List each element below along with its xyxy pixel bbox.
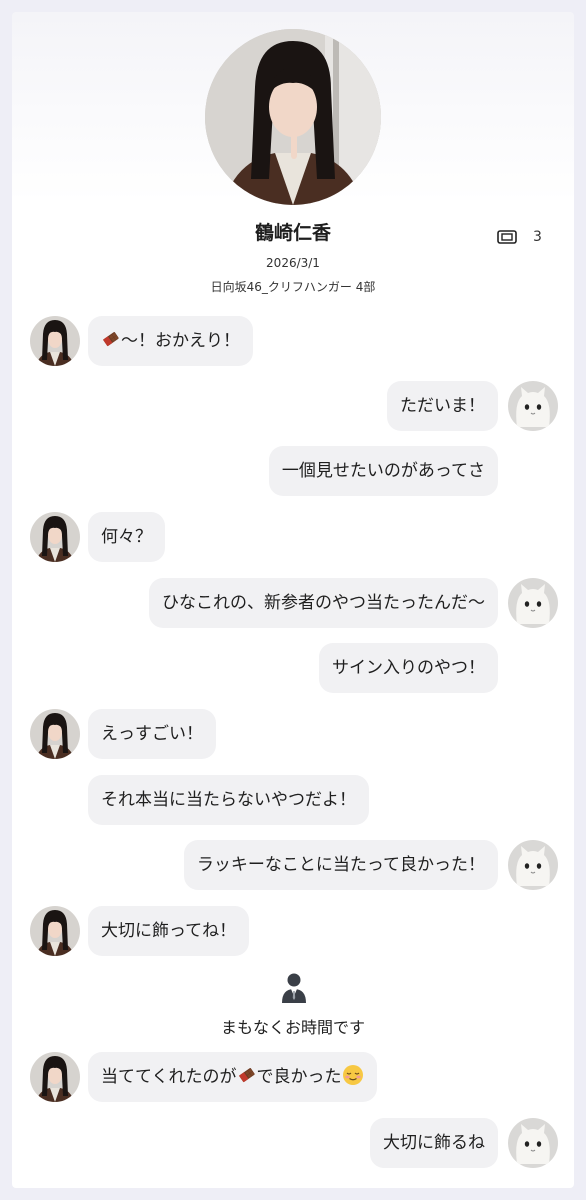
user-avatar[interactable]	[508, 840, 558, 890]
session-group: 日向坂46_クリフハンガー 4部	[210, 280, 376, 294]
user-avatar[interactable]	[508, 578, 558, 628]
member-avatar[interactable]	[30, 512, 80, 562]
chat-bubble-member: 当ててくれたのが で良かった	[88, 1052, 377, 1102]
message-text: 大切に飾ってね！	[101, 921, 237, 941]
member-avatar[interactable]	[30, 1052, 80, 1102]
message-text: 大切に飾るね	[383, 1133, 485, 1153]
member-avatar[interactable]	[30, 316, 80, 366]
message-text: 当ててくれたのが	[101, 1067, 237, 1087]
message-text: 〜！おかえり！	[121, 331, 240, 351]
chat-bubble-member: えっすごい！	[88, 709, 216, 759]
ticket-counter: 3	[497, 229, 542, 245]
message-text: サイン入りのやつ！	[332, 658, 485, 678]
chat-bubble-member: それ本当に当たらないやつだよ！	[88, 775, 369, 825]
chocolate-icon	[237, 1055, 257, 1083]
message-text: えっすごい！	[101, 724, 203, 744]
chat-bubble-user: ひなこれの、新参者のやつ当たったんだ〜	[149, 578, 498, 628]
member-avatar[interactable]	[30, 906, 80, 956]
chat-bubble-user: 大切に飾るね	[370, 1118, 498, 1168]
message-text: それ本当に当たらないやつだよ！	[101, 790, 356, 810]
chat-bubble-member: 大切に飾ってね！	[88, 906, 250, 956]
message-text: ひなこれの、新参者のやつ当たったんだ〜	[162, 593, 485, 613]
session-date: 2026/3/1	[266, 256, 320, 270]
profile-photo[interactable]	[205, 29, 381, 205]
chat-bubble-user: ただいま！	[387, 381, 498, 431]
chat-bubble-member: 〜！おかえり！	[88, 316, 253, 366]
message-text: 何々？	[101, 527, 152, 547]
chocolate-icon	[101, 319, 121, 347]
ticket-count: 3	[533, 229, 542, 245]
chat-bubble-user: ラッキーなことに当たって良かった！	[183, 840, 498, 890]
staff-person-icon	[282, 973, 306, 1003]
message-text: ラッキーなことに当たって良かった！	[196, 855, 485, 875]
member-avatar[interactable]	[30, 709, 80, 759]
message-text: で良かった	[256, 1067, 342, 1087]
system-notice-text: まもなくお時間です	[220, 1018, 365, 1037]
user-avatar[interactable]	[508, 381, 558, 431]
chat-bubble-user: サイン入りのやつ！	[319, 643, 498, 693]
chat-bubble-member: 何々？	[88, 512, 165, 562]
user-avatar[interactable]	[508, 1118, 558, 1168]
relieved-smile-icon	[342, 1056, 364, 1085]
chat-bubble-user: 一個見せたいのがあってさ	[268, 446, 498, 496]
ticket-icon	[497, 230, 517, 244]
message-text: ただいま！	[400, 396, 485, 416]
message-text: 一個見せたいのがあってさ	[281, 461, 485, 481]
